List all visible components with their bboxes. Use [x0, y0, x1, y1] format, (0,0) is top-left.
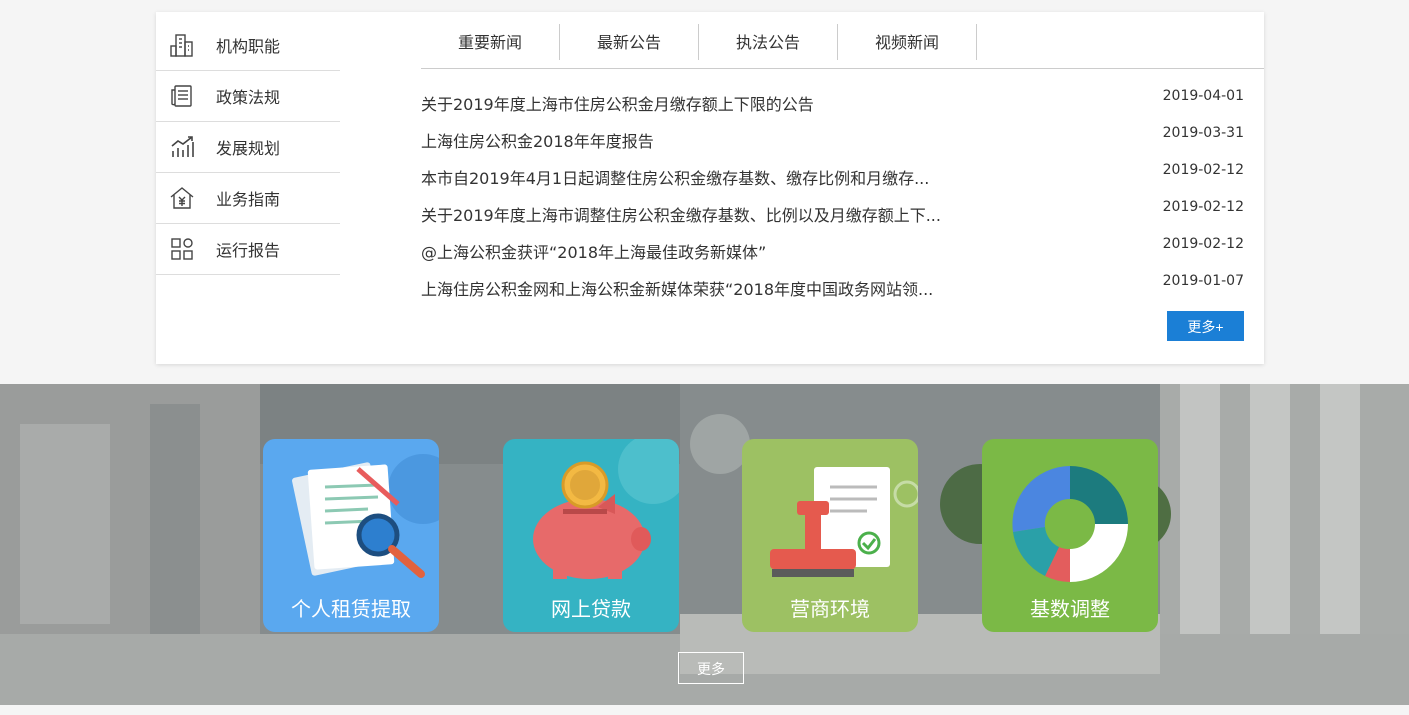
- news-title-link[interactable]: 本市自2019年4月1日起调整住房公积金缴存基数、缴存比例和月缴存...: [421, 165, 929, 189]
- tab-video-news[interactable]: 视频新闻: [838, 24, 977, 60]
- list-item[interactable]: 关于2019年度上海市住房公积金月缴存额上下限的公告 2019-04-01: [421, 88, 1244, 125]
- tab-latest-announcements[interactable]: 最新公告: [560, 24, 699, 60]
- sidebar-nav: 机构职能 政策法规 发展规划 业务指南 运行报告: [156, 20, 340, 275]
- service-tile-online-loan[interactable]: 网上贷款: [503, 439, 679, 632]
- news-title-link[interactable]: 上海住房公积金网和上海公积金新媒体荣获“2018年度中国政务网站领...: [421, 276, 933, 300]
- news-date: 2019-01-07: [1162, 273, 1244, 289]
- services-banner: 个人租赁提取 网上贷款 营商环境 基数调整 更多: [0, 384, 1409, 705]
- service-tile-base-adjustment[interactable]: 基数调整: [982, 439, 1158, 632]
- tab-important-news[interactable]: 重要新闻: [421, 24, 560, 60]
- sidebar-item-label: 运行报告: [216, 241, 281, 260]
- list-item[interactable]: 本市自2019年4月1日起调整住房公积金缴存基数、缴存比例和月缴存... 201…: [421, 162, 1244, 199]
- list-item[interactable]: 上海住房公积金2018年年度报告 2019-03-31: [421, 125, 1244, 162]
- service-label: 基数调整: [1030, 597, 1110, 621]
- sidebar-item-label: 机构职能: [216, 37, 281, 56]
- page-bottom-strip: [0, 705, 1409, 715]
- service-label: 营商环境: [790, 597, 870, 621]
- info-card: 机构职能 政策法规 发展规划 业务指南 运行报告 重要新闻 最新公告 执法公告 …: [156, 12, 1264, 364]
- building-icon: [169, 32, 195, 58]
- news-date: 2019-02-12: [1162, 162, 1244, 178]
- news-list: 关于2019年度上海市住房公积金月缴存额上下限的公告 2019-04-01 上海…: [421, 88, 1244, 310]
- sidebar-item-label: 发展规划: [216, 139, 281, 158]
- service-label: 网上贷款: [551, 597, 631, 621]
- growth-chart-icon: [169, 134, 195, 160]
- list-item[interactable]: @上海公积金获评“2018年上海最佳政务新媒体” 2019-02-12: [421, 236, 1244, 273]
- news-title-link[interactable]: 关于2019年度上海市住房公积金月缴存额上下限的公告: [421, 91, 814, 115]
- news-date: 2019-02-12: [1162, 236, 1244, 252]
- news-title-link[interactable]: @上海公积金获评“2018年上海最佳政务新媒体”: [421, 239, 766, 263]
- sidebar-item-org-functions[interactable]: 机构职能: [156, 20, 340, 71]
- service-tile-rental-withdrawal[interactable]: 个人租赁提取: [263, 439, 439, 632]
- sidebar-item-business-guide[interactable]: 业务指南: [156, 173, 340, 224]
- grid-apps-icon: [169, 236, 195, 262]
- list-item[interactable]: 关于2019年度上海市调整住房公积金缴存基数、比例以及月缴存额上下... 201…: [421, 199, 1244, 236]
- sidebar-item-label: 政策法规: [216, 88, 281, 107]
- news-date: 2019-03-31: [1162, 125, 1244, 141]
- news-title-link[interactable]: 上海住房公积金2018年年度报告: [421, 128, 654, 152]
- document-list-icon: [169, 83, 195, 109]
- sidebar-item-label: 业务指南: [216, 190, 281, 209]
- news-more-button[interactable]: 更多+: [1167, 311, 1244, 341]
- house-yen-icon: [169, 185, 195, 211]
- news-date: 2019-04-01: [1162, 88, 1244, 104]
- services-more-button[interactable]: 更多: [678, 652, 744, 684]
- sidebar-item-development[interactable]: 发展规划: [156, 122, 340, 173]
- tab-enforcement-announcements[interactable]: 执法公告: [699, 24, 838, 60]
- list-item[interactable]: 上海住房公积金网和上海公积金新媒体荣获“2018年度中国政务网站领... 201…: [421, 273, 1244, 310]
- sidebar-item-policies[interactable]: 政策法规: [156, 71, 340, 122]
- news-date: 2019-02-12: [1162, 199, 1244, 215]
- news-tabs: 重要新闻 最新公告 执法公告 视频新闻: [421, 24, 1264, 69]
- service-label: 个人租赁提取: [291, 597, 411, 621]
- sidebar-item-operation-report[interactable]: 运行报告: [156, 224, 340, 275]
- service-tile-business-environment[interactable]: 营商环境: [742, 439, 918, 632]
- news-title-link[interactable]: 关于2019年度上海市调整住房公积金缴存基数、比例以及月缴存额上下...: [421, 202, 941, 226]
